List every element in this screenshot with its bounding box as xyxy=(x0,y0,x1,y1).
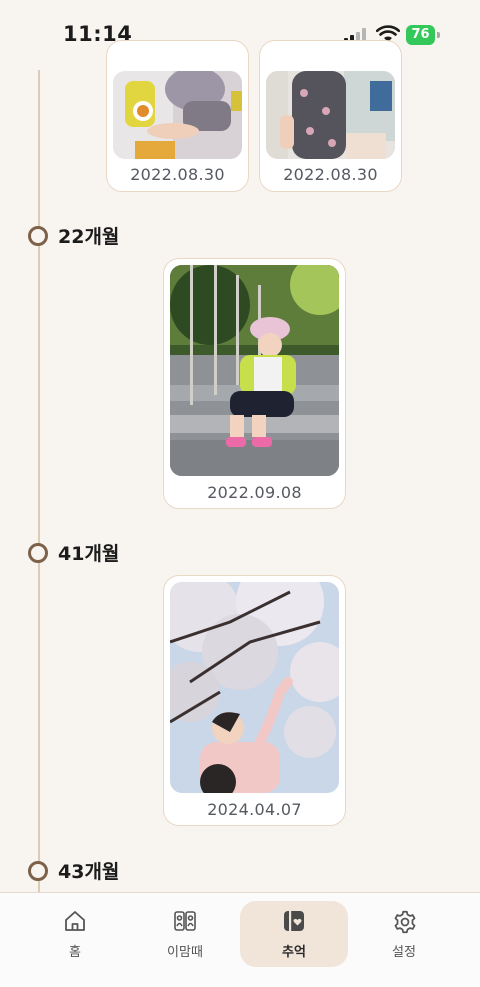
photo-date: 2022.08.30 xyxy=(130,165,225,184)
then-and-now-icon xyxy=(173,909,197,933)
photo-thumbnail[interactable] xyxy=(266,71,395,159)
timeline-line xyxy=(38,70,40,892)
month-label: 43개월 xyxy=(58,861,120,883)
month-label: 22개월 xyxy=(58,226,120,248)
tab-home[interactable]: 홈 xyxy=(21,901,129,967)
photo-date: 2022.09.08 xyxy=(207,483,302,502)
tab-label: 설정 xyxy=(392,945,416,960)
memory-album-icon xyxy=(282,909,306,933)
photo-thumbnail[interactable] xyxy=(170,265,339,476)
photo-card[interactable]: 2022.08.30 xyxy=(259,40,402,192)
tab-settings[interactable]: 설정 xyxy=(350,901,458,967)
home-icon xyxy=(63,909,87,933)
photo-card[interactable]: 2024.04.07 xyxy=(163,575,346,826)
battery-level: 76 xyxy=(406,25,435,45)
photo-card[interactable]: 2022.09.08 xyxy=(163,258,346,509)
photo-date: 2024.04.07 xyxy=(207,800,302,819)
photo-thumbnail[interactable] xyxy=(170,582,339,793)
timeline-dot xyxy=(28,543,48,563)
tab-label: 추억 xyxy=(282,945,306,960)
tab-then-and-now[interactable]: 이맘때 xyxy=(131,901,239,967)
tab-label: 이맘때 xyxy=(167,945,203,960)
photo-thumbnail[interactable] xyxy=(113,71,242,159)
timeline-dot xyxy=(28,226,48,246)
photo-card[interactable]: 2022.08.30 xyxy=(106,40,249,192)
month-label: 41개월 xyxy=(58,543,120,565)
timeline-dot xyxy=(28,861,48,881)
bottom-tab-bar: 홈 이맘때 추억 설정 xyxy=(0,892,480,987)
tab-memories[interactable]: 추억 xyxy=(240,901,348,967)
battery-icon: 76 xyxy=(406,25,440,45)
photo-date: 2022.08.30 xyxy=(283,165,378,184)
gear-icon xyxy=(392,909,416,934)
tab-label: 홈 xyxy=(69,945,81,960)
